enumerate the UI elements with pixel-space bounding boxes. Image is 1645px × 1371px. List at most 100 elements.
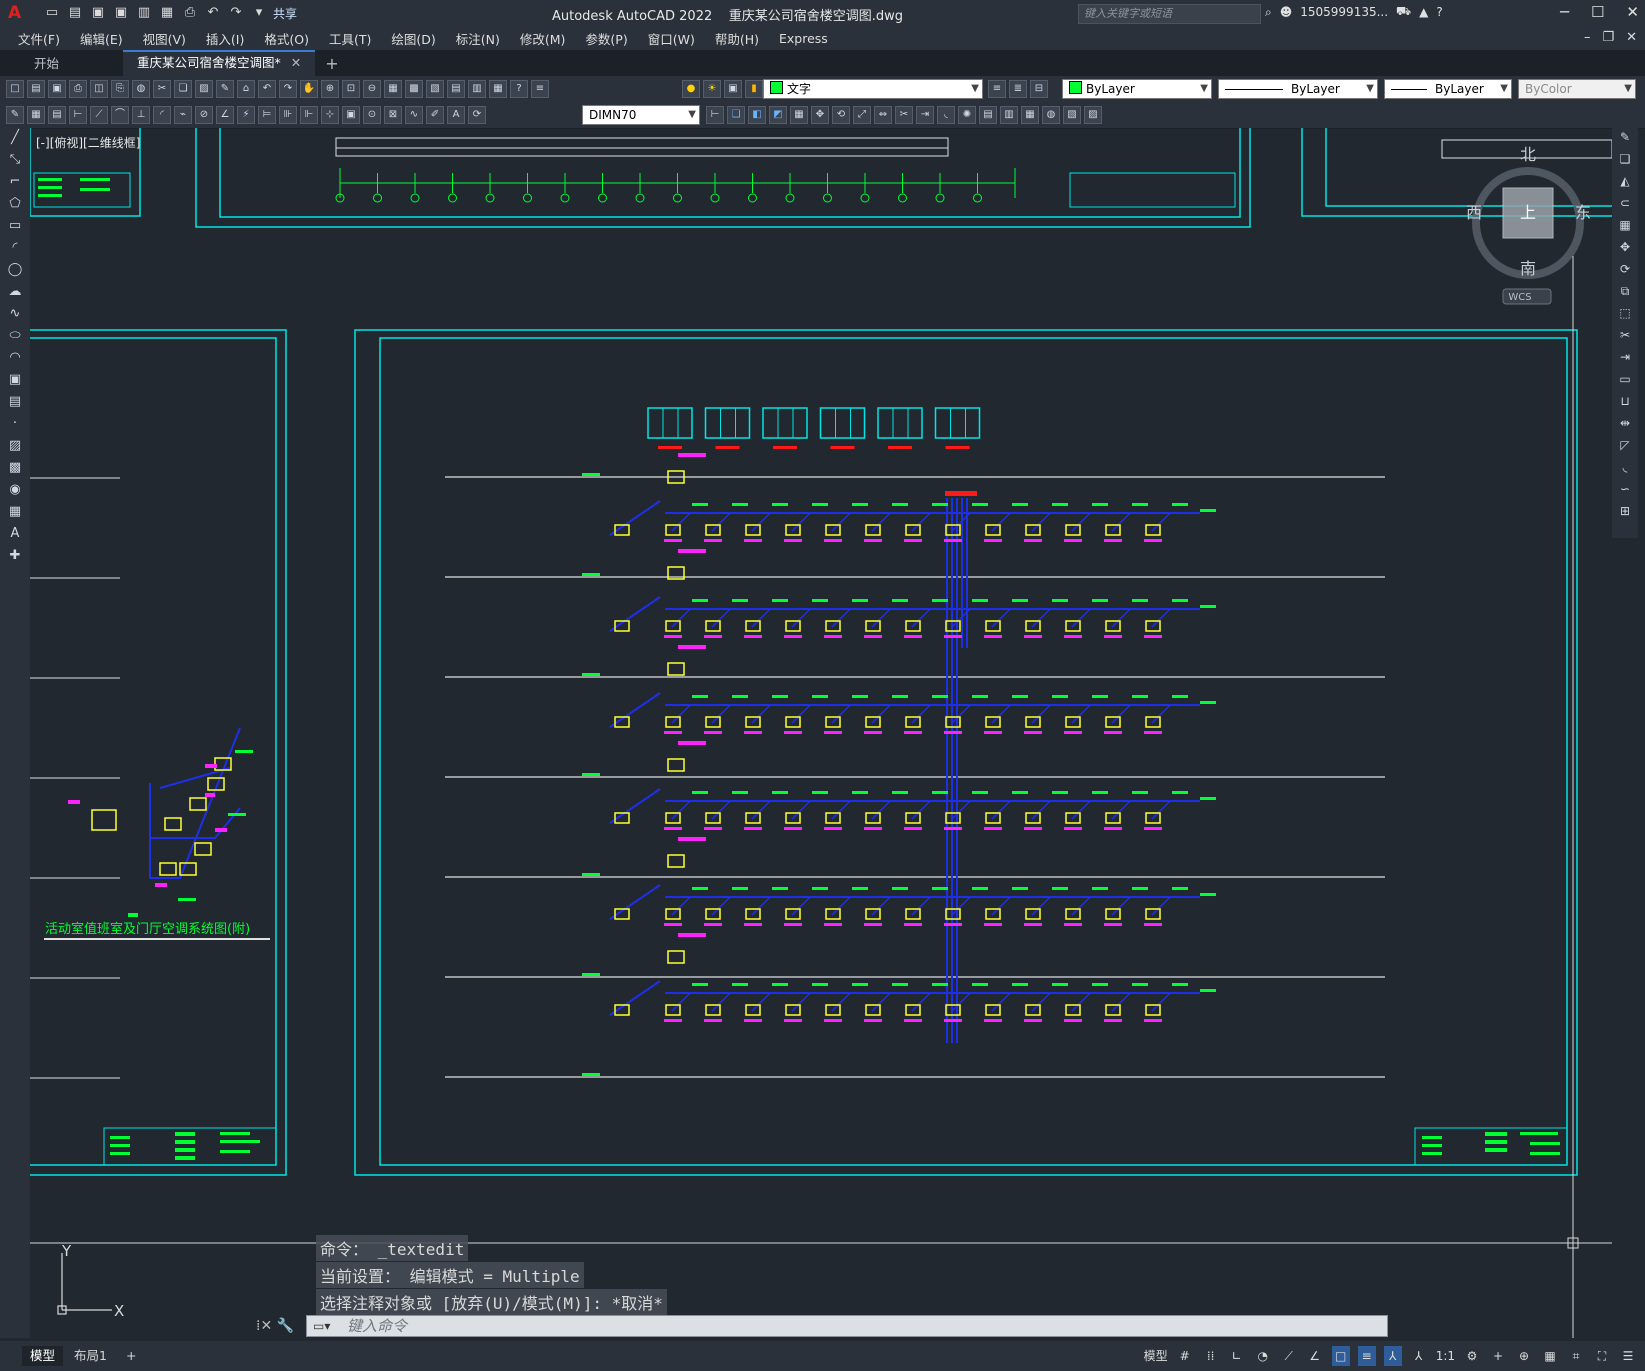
menu-file[interactable]: 文件(F) bbox=[18, 29, 60, 48]
quick-properties-icon[interactable]: ▦ bbox=[1541, 1346, 1559, 1366]
rotate-r-icon[interactable]: ⟳ bbox=[1615, 262, 1635, 282]
command-prompt-icon[interactable]: ▭▾ bbox=[313, 1316, 330, 1336]
open-icon[interactable]: ▤ bbox=[67, 5, 83, 21]
viewcube-north[interactable]: 北 bbox=[1520, 145, 1536, 164]
zoom-previous-icon[interactable]: ⊖ bbox=[363, 80, 381, 98]
aligned-dim-icon[interactable]: ⟋ bbox=[90, 106, 108, 124]
diameter-dim-icon[interactable]: ⊘ bbox=[195, 106, 213, 124]
search-icon[interactable]: ⌕ bbox=[1265, 5, 1272, 20]
stretch-r-icon[interactable]: ⬚ bbox=[1615, 306, 1635, 326]
dim-edit-icon[interactable]: ✐ bbox=[426, 106, 444, 124]
arc-icon[interactable]: ◜ bbox=[4, 240, 26, 260]
hardware-accel-icon[interactable]: ⌗ bbox=[1567, 1346, 1585, 1366]
gradient-icon[interactable]: ▩ bbox=[4, 460, 26, 480]
annotation-autoscale-icon[interactable]: ⅄ bbox=[1410, 1346, 1428, 1366]
annotation-visibility-icon[interactable]: ⅄ bbox=[1383, 1346, 1402, 1366]
explode-icon[interactable]: ✺ bbox=[958, 106, 976, 124]
rotate-icon[interactable]: ⟲ bbox=[832, 106, 850, 124]
baseline-icon[interactable]: ⊨ bbox=[258, 106, 276, 124]
fillet-r-icon[interactable]: ◟ bbox=[1615, 460, 1635, 480]
region-icon[interactable]: ◍ bbox=[1042, 106, 1060, 124]
tab-start[interactable]: 开始 bbox=[20, 52, 73, 76]
table-icon[interactable]: ▦ bbox=[4, 504, 26, 524]
customization-icon[interactable]: ☰ bbox=[1619, 1346, 1637, 1366]
ordinate-icon[interactable]: ⊥ bbox=[132, 106, 150, 124]
zoom-window-icon[interactable]: ⊡ bbox=[342, 80, 360, 98]
arc-length-icon[interactable]: ⌒ bbox=[111, 106, 129, 124]
spline-icon[interactable]: ∿ bbox=[4, 306, 26, 326]
ellipse-icon[interactable]: ⬭ bbox=[4, 328, 26, 348]
undo-icon[interactable]: ↶ bbox=[205, 5, 221, 21]
lineweight-icon[interactable]: ≡ bbox=[1357, 1346, 1376, 1366]
point-icon[interactable]: · bbox=[4, 416, 26, 436]
scale-icon[interactable]: ⤢ bbox=[853, 106, 871, 124]
fillet-icon[interactable]: ◟ bbox=[937, 106, 955, 124]
print-icon[interactable]: ⎙ bbox=[69, 80, 87, 98]
layer-dropdown[interactable]: 文字 ▼ bbox=[763, 79, 983, 99]
copy-r-icon[interactable]: ❏ bbox=[1615, 152, 1635, 172]
undo-tool-icon[interactable]: ↶ bbox=[258, 80, 276, 98]
layer-freeze-icon[interactable]: ☀ bbox=[703, 80, 721, 98]
help-icon[interactable]: ? bbox=[1436, 5, 1442, 19]
calculator-icon[interactable]: ▦ bbox=[489, 80, 507, 98]
viewcube-top-face[interactable]: 上 bbox=[1520, 203, 1536, 222]
copy-obj-icon[interactable]: ❏ bbox=[727, 106, 745, 124]
new-icon[interactable]: ▭ bbox=[44, 5, 60, 21]
break-icon[interactable]: ⊹ bbox=[321, 106, 339, 124]
quick-dim-icon[interactable]: ⚡ bbox=[237, 106, 255, 124]
workspace-gear-icon[interactable]: ⚙ bbox=[1463, 1346, 1481, 1366]
maximize-icon[interactable]: ☐ bbox=[1591, 3, 1604, 21]
layer-lock-icon[interactable]: ▮ bbox=[745, 80, 763, 98]
autocad-logo-icon[interactable]: A bbox=[8, 3, 32, 23]
help-search-input[interactable]: 键入关键字或短语 bbox=[1078, 4, 1261, 24]
join-icon[interactable]: ⇹ bbox=[1615, 416, 1635, 436]
radius-dim-icon[interactable]: ◜ bbox=[153, 106, 171, 124]
angular-dim-icon[interactable]: ∠ bbox=[216, 106, 234, 124]
share-button[interactable]: 共享 bbox=[273, 5, 297, 22]
menu-view[interactable]: 视图(V) bbox=[143, 29, 186, 48]
brush-icon[interactable]: ⌂ bbox=[237, 80, 255, 98]
circle-icon[interactable]: ◯ bbox=[4, 262, 26, 282]
layer-vp-icon[interactable]: ▣ bbox=[724, 80, 742, 98]
edit-text-icon[interactable]: ✎ bbox=[6, 106, 24, 124]
chamfer-icon[interactable]: ◸ bbox=[1615, 438, 1635, 458]
doc-close-icon[interactable]: ✕ bbox=[1626, 30, 1637, 45]
insert-icon[interactable]: ▣ bbox=[4, 372, 26, 392]
cut-icon[interactable]: ✂ bbox=[153, 80, 171, 98]
layer-iso-icon[interactable]: ⊟ bbox=[1030, 80, 1048, 98]
publish-icon[interactable]: ▥ bbox=[136, 5, 152, 21]
plot-icon[interactable]: ⎙ bbox=[182, 5, 198, 21]
grid-icon[interactable]: # bbox=[1176, 1346, 1194, 1366]
line-icon[interactable]: ╱ bbox=[4, 130, 26, 150]
array-r-icon[interactable]: ▦ bbox=[1615, 218, 1635, 238]
polyline-icon[interactable]: ⌐ bbox=[4, 174, 26, 194]
viewcube-west[interactable]: 西 bbox=[1466, 203, 1482, 222]
construction-line-icon[interactable]: ⤡ bbox=[4, 152, 26, 172]
jog-line-icon[interactable]: ∿ bbox=[405, 106, 423, 124]
group-icon[interactable]: ▥ bbox=[1000, 106, 1018, 124]
explode-r-icon[interactable]: ⊞ bbox=[1615, 504, 1635, 524]
dimstyle-dropdown[interactable]: DIMN70 ▼ bbox=[582, 105, 700, 125]
tab-close-icon[interactable]: ✕ bbox=[291, 55, 301, 70]
move-icon[interactable]: ✥ bbox=[811, 106, 829, 124]
pan-icon[interactable]: ✋ bbox=[300, 80, 318, 98]
save-as-icon[interactable]: ▣ bbox=[113, 5, 129, 21]
offset-icon[interactable]: ◩ bbox=[769, 106, 787, 124]
properties-icon[interactable]: ▦ bbox=[384, 80, 402, 98]
redo-tool-icon[interactable]: ↷ bbox=[279, 80, 297, 98]
linear-dim-icon[interactable]: ⊢ bbox=[69, 106, 87, 124]
make-block-icon[interactable]: ▤ bbox=[4, 394, 26, 414]
isodraft-icon[interactable]: ⟋ bbox=[1280, 1346, 1298, 1366]
globe-icon[interactable]: ◍ bbox=[132, 80, 150, 98]
ortho-icon[interactable]: ∟ bbox=[1228, 1346, 1246, 1366]
menu-edit[interactable]: 编辑(E) bbox=[80, 29, 123, 48]
menu-tools[interactable]: 工具(T) bbox=[329, 29, 371, 48]
block-icon[interactable]: ▦ bbox=[27, 106, 45, 124]
menu-parametric[interactable]: 参数(P) bbox=[585, 29, 627, 48]
save-file-icon[interactable]: ▣ bbox=[48, 80, 66, 98]
layer-previous-icon[interactable]: ≣ bbox=[1009, 80, 1027, 98]
break-point-icon[interactable]: ▭ bbox=[1615, 372, 1635, 392]
extend-icon[interactable]: ⇥ bbox=[916, 106, 934, 124]
menu-help[interactable]: 帮助(H) bbox=[715, 29, 759, 48]
mirror-r-icon[interactable]: ◭ bbox=[1615, 174, 1635, 194]
